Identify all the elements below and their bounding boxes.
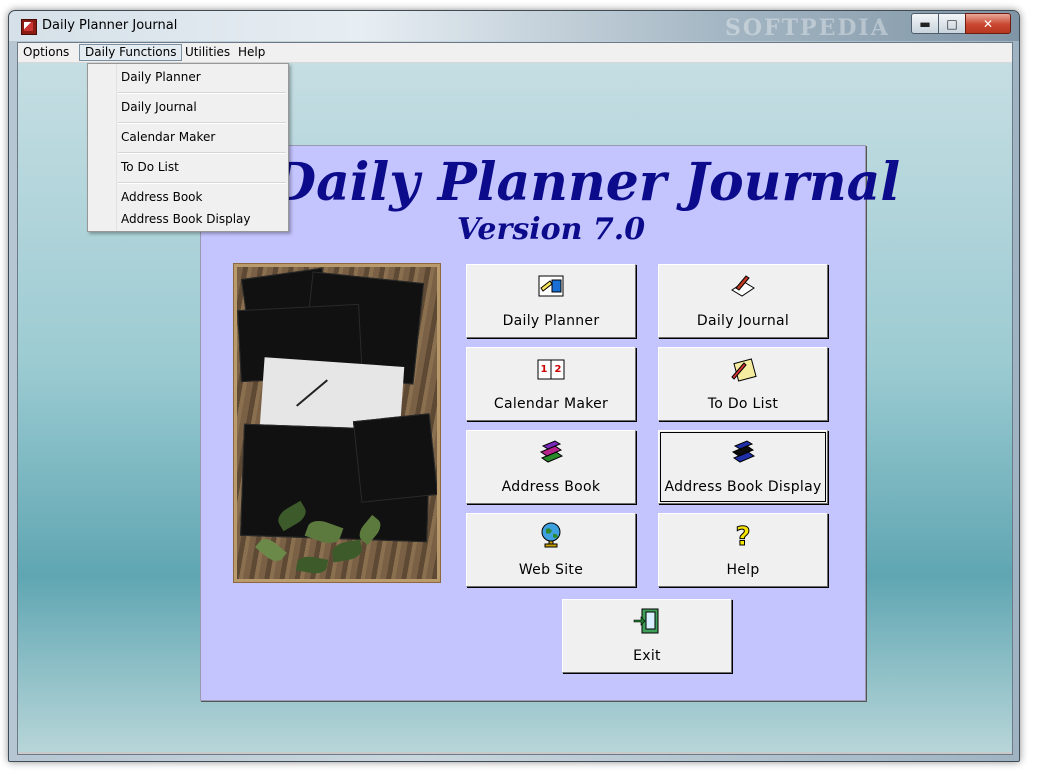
- menu-bar: Options Daily Functions Utilities Help: [18, 43, 1012, 63]
- dropdown-item-address-book-display[interactable]: Address Book Display: [121, 212, 251, 226]
- svg-text:?: ?: [735, 522, 750, 549]
- help-label: Help: [726, 562, 760, 578]
- close-button[interactable]: ✕: [965, 13, 1011, 34]
- dropdown-item-daily-planner[interactable]: Daily Planner: [121, 70, 201, 84]
- journal-icon: [731, 275, 755, 297]
- daily-functions-dropdown: Daily Planner Daily Journal Calendar Mak…: [87, 63, 289, 232]
- version-label: Version 7.0: [456, 212, 646, 247]
- daily-journal-button[interactable]: Daily Journal: [658, 264, 828, 338]
- app-icon[interactable]: [21, 19, 37, 35]
- client-area: Options Daily Functions Utilities Help D…: [17, 42, 1013, 755]
- web-site-label: Web Site: [518, 562, 584, 578]
- web-site-button[interactable]: Web Site: [466, 513, 636, 587]
- globe-icon: [541, 522, 561, 548]
- daily-planner-button[interactable]: Daily Planner: [466, 264, 636, 338]
- window-title: Daily Planner Journal: [42, 18, 178, 33]
- main-panel: Daily Planner Journal Version 7.0 Daily …: [200, 145, 901, 701]
- calendar-icon: 1 2: [537, 359, 565, 380]
- minimize-button[interactable]: ▬: [911, 13, 939, 34]
- svg-text:1: 1: [541, 364, 548, 375]
- dropdown-item-calendar-maker[interactable]: Calendar Maker: [121, 130, 215, 144]
- maximize-button[interactable]: □: [938, 13, 966, 34]
- app-window: Daily Planner Journal SOFTPEDIA ▬ □ ✕ Op…: [8, 10, 1020, 762]
- address-book-button[interactable]: Address Book: [466, 430, 636, 504]
- address-book-display-label: Address Book Display: [664, 479, 822, 495]
- address-book-display-button[interactable]: Address Book Display: [658, 430, 828, 504]
- watermark: SOFTPEDIA: [725, 15, 890, 41]
- help-button[interactable]: ? Help: [658, 513, 828, 587]
- menu-utilities[interactable]: Utilities: [180, 45, 235, 60]
- exit-label: Exit: [633, 648, 661, 664]
- todo-icon: [731, 358, 757, 382]
- dropdown-item-address-book[interactable]: Address Book: [121, 190, 202, 204]
- address-book-label: Address Book: [501, 479, 601, 495]
- maximize-icon: □: [946, 16, 958, 31]
- minimize-icon: ▬: [919, 16, 931, 31]
- books-icon: [539, 440, 564, 463]
- calendar-maker-button[interactable]: 1 2 Calendar Maker: [466, 347, 636, 421]
- menu-help[interactable]: Help: [233, 45, 270, 60]
- exit-door-icon: [633, 608, 659, 634]
- daily-planner-label: Daily Planner: [502, 313, 600, 329]
- planner-icon: [538, 275, 564, 297]
- notebooks-photo: [233, 263, 441, 583]
- book-stack-icon: [731, 440, 756, 463]
- question-mark-icon: ?: [735, 522, 751, 550]
- title-bar[interactable]: Daily Planner Journal SOFTPEDIA ▬ □ ✕: [9, 11, 1019, 41]
- app-title: Daily Planner Journal: [271, 152, 901, 213]
- to-do-list-label: To Do List: [707, 396, 779, 412]
- svg-text:2: 2: [555, 364, 562, 375]
- calendar-maker-label: Calendar Maker: [493, 396, 609, 412]
- to-do-list-button[interactable]: To Do List: [658, 347, 828, 421]
- menu-options[interactable]: Options: [18, 45, 74, 60]
- exit-button[interactable]: Exit: [562, 599, 732, 673]
- dropdown-item-daily-journal[interactable]: Daily Journal: [121, 100, 197, 114]
- menu-daily-functions[interactable]: Daily Functions: [79, 44, 183, 61]
- close-icon: ✕: [982, 16, 994, 31]
- daily-journal-label: Daily Journal: [696, 313, 790, 329]
- dropdown-item-to-do-list[interactable]: To Do List: [121, 160, 179, 174]
